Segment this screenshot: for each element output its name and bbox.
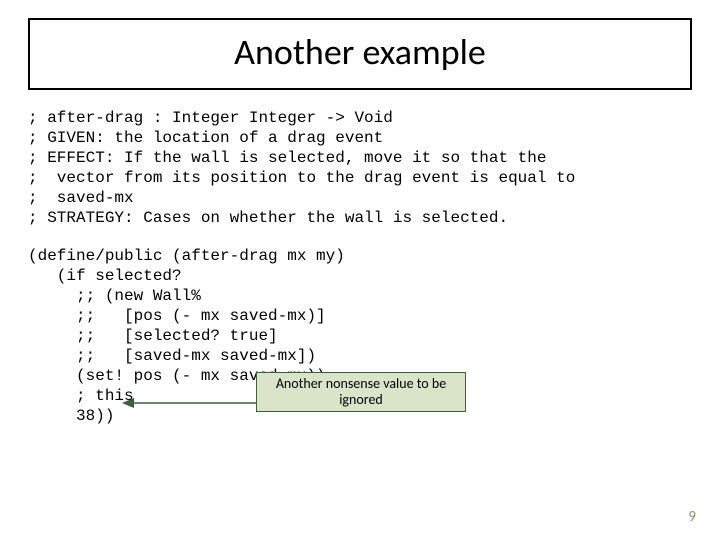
code-comments: ; after-drag : Integer Integer -> Void ;… [28,108,692,228]
slide-title: Another example [30,30,690,74]
code-body-wrapper: (define/public (after-drag mx my) (if se… [28,246,692,426]
arrow-connector [122,394,262,412]
callout-box: Another nonsense value to be ignored [256,372,466,412]
title-box: Another example [28,18,692,90]
page-number: 9 [688,508,696,526]
